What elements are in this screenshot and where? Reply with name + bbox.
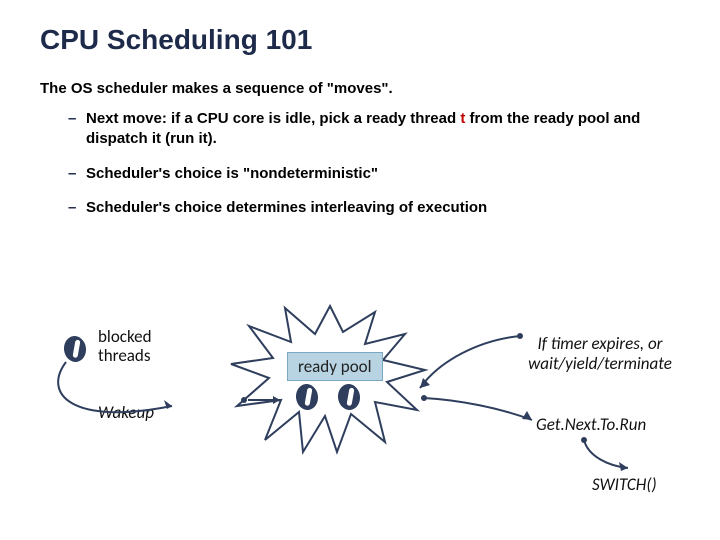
bullet-list: Next move: if a CPU core is idle, pick a…	[40, 109, 680, 218]
switch-label: SWITCH()	[592, 474, 657, 495]
getnext-arrow-icon	[420, 390, 540, 430]
bullet-3: Scheduler's choice determines interleavi…	[68, 198, 680, 218]
bullet-1: Next move: if a CPU core is idle, pick a…	[68, 109, 680, 150]
enter-arrow-icon	[240, 390, 290, 410]
switch-arrow-icon	[578, 436, 638, 476]
ready-pool-label: ready pool	[287, 352, 383, 381]
timer-label: If timer expires, or wait/yield/terminat…	[510, 334, 690, 375]
wakeup-arrow-icon	[42, 354, 242, 434]
slide-title: CPU Scheduling 101	[40, 24, 680, 56]
bullet-2: Scheduler's choice is "nondeterministic"	[68, 164, 680, 184]
bullet-1-pre: Next move: if a CPU core is idle, pick a…	[86, 110, 460, 127]
getnext-label: Get.Next.To.Run	[536, 414, 646, 435]
diagram: blocked threads Wakeup ready pool If tim…	[0, 310, 720, 540]
intro-text: The OS scheduler makes a sequence of "mo…	[40, 80, 680, 97]
slide: CPU Scheduling 101 The OS scheduler make…	[0, 0, 720, 540]
